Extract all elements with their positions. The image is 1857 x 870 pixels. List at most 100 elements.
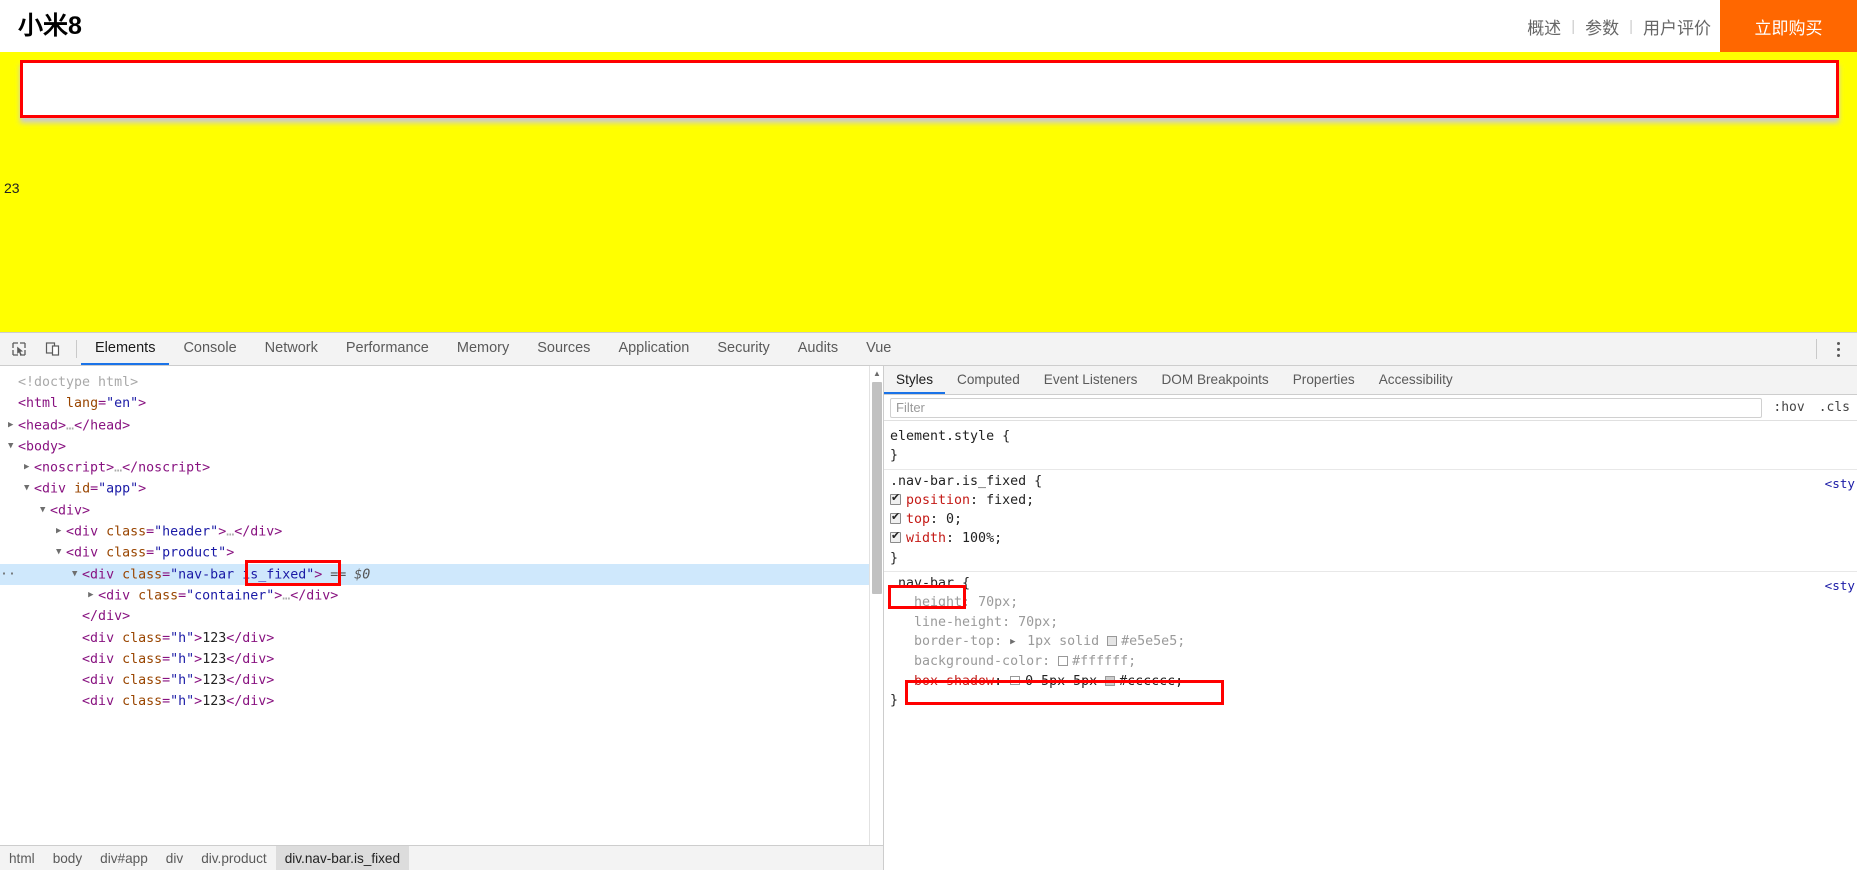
css-property-value[interactable]: fixed; [986, 493, 1034, 508]
breadcrumb[interactable]: html body div#app div div.product div.nav-bar… [0, 845, 883, 870]
color-swatch[interactable] [1058, 656, 1069, 667]
css-rule-block[interactable]: .nav-bar.is_fixed {position: fixed;top: … [884, 468, 1857, 571]
dom-node-row[interactable]: ▼ <div id="app"> [0, 478, 883, 499]
nav-link-reviews[interactable]: 用户评价 [1634, 14, 1720, 39]
dom-node-row[interactable]: <div class="h">123</div> [0, 649, 883, 670]
breadcrumb-item[interactable]: div#app [91, 846, 157, 870]
breadcrumb-item[interactable]: div [157, 846, 192, 870]
tab-console[interactable]: Console [169, 333, 250, 365]
dom-node-row[interactable]: ▶ <head>…</head> [0, 415, 883, 436]
css-property-name[interactable]: position [906, 493, 970, 508]
tab-memory[interactable]: Memory [443, 333, 523, 365]
css-property-value[interactable]: 100%; [962, 531, 1002, 546]
tab-vue[interactable]: Vue [852, 333, 905, 365]
dom-node-row[interactable]: <div class="h">123</div> [0, 691, 883, 712]
css-property-value[interactable]: 1px solid #e5e5e5; [1027, 634, 1185, 649]
css-declaration[interactable]: line-height: 70px; [890, 613, 1857, 632]
declaration-toggle-checkbox[interactable] [890, 510, 901, 525]
nav-link-params[interactable]: 参数 [1576, 14, 1628, 39]
css-rule-block[interactable]: element.style {} [884, 425, 1857, 469]
declaration-toggle-checkbox[interactable] [890, 529, 901, 544]
tab-elements[interactable]: Elements [81, 333, 170, 365]
dom-node-row[interactable]: </div> [0, 606, 883, 627]
css-property-name[interactable]: background-color [914, 654, 1042, 669]
disclosure-triangle-icon[interactable]: ▼ [8, 436, 18, 457]
nav-link-overview[interactable]: 概述 [1518, 14, 1570, 39]
breadcrumb-item[interactable]: html [0, 846, 44, 870]
disclosure-triangle-icon[interactable]: ▼ [72, 564, 82, 585]
disclosure-triangle-icon[interactable]: ▼ [40, 500, 50, 521]
device-toolbar-icon[interactable] [40, 336, 66, 362]
css-selector[interactable]: .nav-bar.is_fixed { [890, 472, 1857, 491]
class-editor-button[interactable]: .cls [1812, 400, 1857, 415]
dom-node-row[interactable]: ▶ <noscript>…</noscript> [0, 457, 883, 478]
css-property-name[interactable]: top [906, 512, 930, 527]
css-property-name[interactable]: line-height [914, 615, 1002, 630]
tab-application[interactable]: Application [604, 333, 703, 365]
css-declaration[interactable]: box-shadow: 0 5px 5px #cccccc; [890, 672, 1857, 691]
color-swatch[interactable] [1107, 635, 1118, 646]
tab-audits[interactable]: Audits [784, 333, 852, 365]
css-declaration[interactable]: top: 0; [890, 510, 1857, 529]
dom-node-row[interactable]: ▶ <div class="container">…</div> [0, 585, 883, 606]
css-declaration[interactable]: height: 70px; [890, 593, 1857, 612]
scroll-up-arrow-icon[interactable]: ▲ [870, 366, 883, 380]
dom-node-row[interactable]: ▼ <div> [0, 500, 883, 521]
css-declaration[interactable]: width: 100%; [890, 529, 1857, 548]
breadcrumb-item[interactable]: body [44, 846, 91, 870]
disclosure-triangle-icon[interactable]: ▶ [24, 457, 34, 478]
tab-event-listeners[interactable]: Event Listeners [1032, 366, 1150, 394]
dom-node-row[interactable]: <div class="h">123</div> [0, 628, 883, 649]
dom-tree[interactable]: <!doctype html> <html lang="en"> ▶ <head>…<… [0, 366, 883, 713]
breadcrumb-item[interactable]: div.nav-bar.is_fixed [275, 845, 410, 870]
disclosure-triangle-icon[interactable]: ▶ [56, 521, 66, 542]
css-property-value[interactable]: 70px; [1018, 615, 1058, 630]
expand-shorthand-icon[interactable]: ▶ [1010, 633, 1019, 652]
dom-tree-scrollbar[interactable]: ▲ ▼ [869, 366, 883, 870]
css-selector[interactable]: .nav-bar { [890, 574, 1857, 593]
dom-node-row[interactable]: ·· ▼ <div class="nav-bar is_fixed"> == $0 [0, 563, 883, 585]
inspect-element-icon[interactable] [6, 336, 32, 362]
dom-node-row[interactable]: ▶ <div class="header">…</div> [0, 521, 883, 542]
styles-filter-input[interactable] [890, 397, 1763, 418]
tab-computed[interactable]: Computed [945, 366, 1032, 394]
css-declaration[interactable]: position: fixed; [890, 491, 1857, 510]
dom-node-row[interactable]: <html lang="en"> [0, 393, 883, 414]
disclosure-triangle-icon[interactable]: ▶ [8, 415, 18, 436]
tab-dom-breakpoints[interactable]: DOM Breakpoints [1149, 366, 1280, 394]
css-rule-block[interactable]: .nav-bar {height: 70px; line-height: 70px… [884, 571, 1857, 713]
tab-sources[interactable]: Sources [523, 333, 604, 365]
css-rules-list[interactable]: element.style {}.nav-bar.is_fixed {posit… [884, 421, 1857, 713]
dom-node-row[interactable]: <!doctype html> [0, 372, 883, 393]
tab-performance[interactable]: Performance [332, 333, 443, 365]
disclosure-triangle-icon[interactable]: ▶ [88, 585, 98, 606]
tab-properties[interactable]: Properties [1281, 366, 1367, 394]
css-declaration[interactable]: border-top: ▶ 1px solid #e5e5e5; [890, 632, 1857, 652]
dom-node-row[interactable]: ▼ <div class="product"> [0, 542, 883, 563]
css-source-link[interactable]: <sty [1825, 576, 1855, 595]
css-property-name[interactable]: box-shadow [914, 674, 994, 689]
color-swatch[interactable] [1105, 675, 1116, 686]
kebab-menu-icon[interactable] [1827, 336, 1849, 362]
disclosure-triangle-icon[interactable]: ▼ [56, 542, 66, 563]
dom-node-row[interactable]: <div class="h">123</div> [0, 670, 883, 691]
css-declaration[interactable]: background-color: #ffffff; [890, 652, 1857, 671]
buy-now-button[interactable]: 立即购买 [1720, 0, 1857, 52]
css-property-value[interactable]: #ffffff; [1072, 654, 1136, 669]
css-source-link[interactable]: <sty [1825, 474, 1855, 493]
breadcrumb-item[interactable]: div.product [192, 846, 276, 870]
tab-security[interactable]: Security [703, 333, 783, 365]
css-property-value[interactable]: 0 5px 5px #cccccc; [1025, 674, 1183, 689]
dom-node-row[interactable]: ▼ <body> [0, 436, 883, 457]
css-selector[interactable]: element.style { [890, 427, 1857, 446]
css-property-value[interactable]: 0; [946, 512, 962, 527]
css-property-name[interactable]: height [914, 595, 962, 610]
scrollbar-thumb[interactable] [872, 382, 882, 594]
css-property-value[interactable]: 70px; [978, 595, 1018, 610]
declaration-toggle-checkbox[interactable] [890, 491, 901, 505]
tab-network[interactable]: Network [251, 333, 332, 365]
box-shadow-swatch-icon[interactable] [1010, 675, 1021, 686]
css-property-name[interactable]: border-top [914, 634, 994, 649]
tab-styles[interactable]: Styles [884, 366, 946, 394]
disclosure-triangle-icon[interactable]: ▼ [24, 478, 34, 499]
